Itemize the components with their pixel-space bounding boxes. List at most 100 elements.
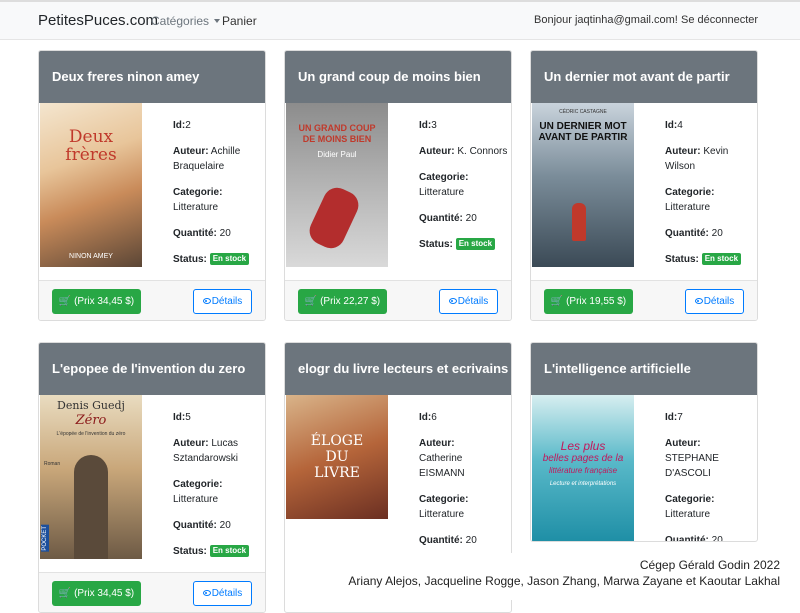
product-card: L'epopee de l'invention du zero Denis Gu… [38,342,266,613]
cover-title: Zéro [75,413,107,428]
chevron-down-icon [214,19,221,23]
add-to-cart-button[interactable]: 🛒 (Prix 22,27 $) [298,289,387,314]
card-footer: 🛒 (Prix 22,27 $) Détails [285,280,511,320]
product-info: Id:6 Auteur: Catherine EISMANN Categorie:… [419,410,509,559]
add-to-cart-button[interactable]: 🛒 (Prix 34,45 $) [52,289,141,314]
category-label: Categorie: [419,172,469,183]
book-cover-image: UN GRAND COUP DE MOINS BIEN Didier Paul [286,103,388,267]
product-title: Un grand coup de moins bien [285,51,511,103]
cart-link[interactable]: Panier [222,14,257,28]
credits-overlay: Cégep Gérald Godin 2022 Ariany Alejos, J… [287,553,800,600]
id-label: Id: [173,120,186,131]
quantity-label: Quantité: [665,228,709,239]
category-value: Litterature [665,202,711,213]
cover-author: Denis Guedj [57,399,125,412]
product-card: Un dernier mot avant de partir CÉDRIC CA… [530,50,758,321]
card-footer: 🛒 (Prix 34,45 $) Détails [39,572,265,612]
id-value: 4 [677,120,683,131]
author-label: Auteur: [665,438,701,449]
book-cover-image: ÉLOGE DU LIVRE [286,395,388,519]
id-label: Id: [173,412,186,423]
id-label: Id: [419,412,432,423]
cover-title-1: Deux [68,127,114,147]
id-value: 7 [677,412,683,423]
quantity-value: 20 [219,520,231,531]
quantity-label: Quantité: [173,520,217,531]
id-label: Id: [665,412,678,423]
cart-icon: 🛒 [304,296,318,307]
details-button[interactable]: Détails [685,289,744,314]
status-badge: En stock [209,253,250,265]
product-card: Deux freres ninon amey Deux frères NINON… [38,50,266,321]
cover-title-3: LIVRE [314,465,360,481]
brand-logo[interactable]: PetitesPuces.com [38,12,158,29]
quantity-value: 20 [465,535,477,546]
add-to-cart-button[interactable]: 🛒 (Prix 19,55 $) [544,289,633,314]
product-info: Id:4 Auteur: Kevin Wilson Categorie: Litt… [665,118,755,278]
book-cover-image: Les plus belles pages de la littérature … [532,395,634,541]
author-label: Auteur: [419,146,455,157]
author-label: Auteur: [173,438,209,449]
cover-author: CÉDRIC CASTAGNE [559,109,607,115]
author-label: Auteur: [173,146,209,157]
cart-icon: 🛒 [58,296,72,307]
id-value: 6 [431,412,437,423]
categories-dropdown[interactable]: Catégories [151,14,221,28]
id-value: 3 [431,120,437,131]
product-title: elogr du livre lecteurs et ecrivains [285,343,511,395]
product-info: Id:3 Auteur: K. Connors Categorie: Litter… [419,118,509,263]
product-info: Id:2 Auteur: Achille Braquelaire Categor… [173,118,263,278]
product-info: Id:5 Auteur: Lucas Sztandarowski Categor… [173,410,263,570]
author-label: Auteur: [665,146,701,157]
product-title: Un dernier mot avant de partir [531,51,757,103]
details-button[interactable]: Détails [439,289,498,314]
book-cover-image: Denis Guedj Zéro L'épopée de l'invention… [40,395,142,559]
price-label: (Prix 34,45 $) [74,296,135,307]
details-button[interactable]: Détails [193,581,252,606]
category-label: Categorie: [665,494,715,505]
price-label: (Prix 34,45 $) [74,588,135,599]
id-label: Id: [665,120,678,131]
details-label: Détails [211,588,243,599]
cart-icon: 🛒 [550,296,564,307]
category-value: Litterature [665,509,711,520]
eye-icon [448,298,457,304]
tower-figure [74,455,108,559]
cover-title-2: belles pages de la [542,453,624,464]
quantity-value: 20 [711,228,723,239]
credit-school: Cégep Gérald Godin 2022 [639,558,780,572]
product-card: L'intelligence artificielle Les plus bel… [530,342,758,542]
quantity-value: 20 [219,228,231,239]
logout-link[interactable]: Se déconnecter [681,14,758,26]
book-cover-image: Deux frères NINON AMEY [40,103,142,267]
details-label: Détails [703,296,735,307]
author-value: Catherine EISMANN [419,453,465,479]
status-badge: En stock [701,253,742,265]
category-value: Litterature [173,494,219,505]
price-label: (Prix 22,27 $) [320,296,381,307]
category-label: Categorie: [665,187,715,198]
add-to-cart-button[interactable]: 🛒 (Prix 34,45 $) [52,581,141,606]
product-info: Id:7 Auteur: STEPHANE D'ASCOLI Categorie:… [665,410,755,542]
cover-genre: Roman [44,461,61,467]
card-footer: 🛒 (Prix 34,45 $) Détails [39,280,265,320]
category-label: Categorie: [173,187,223,198]
id-value: 2 [185,120,191,131]
product-title: Deux freres ninon amey [39,51,265,103]
id-value: 5 [185,412,191,423]
greeting-text: Bonjour jaqtinha@gmail.com! [534,14,678,26]
cover-subtitle: L'épopée de l'invention du zéro [56,431,126,437]
id-label: Id: [419,120,432,131]
top-navbar: PetitesPuces.com Catégories Panier Bonjo… [0,0,800,40]
quantity-label: Quantité: [665,535,709,542]
cover-author: Didier Paul [317,150,357,159]
status-label: Status: [173,546,207,557]
cover-publisher: POCKET [41,525,49,552]
cover-title-2: frères [65,145,117,165]
details-button[interactable]: Détails [193,289,252,314]
product-title: L'epopee de l'invention du zero [39,343,265,395]
status-badge: En stock [455,238,496,250]
eye-icon [694,298,703,304]
cover-title-1: UN GRAND COUP [298,123,376,133]
category-value: Litterature [173,202,219,213]
